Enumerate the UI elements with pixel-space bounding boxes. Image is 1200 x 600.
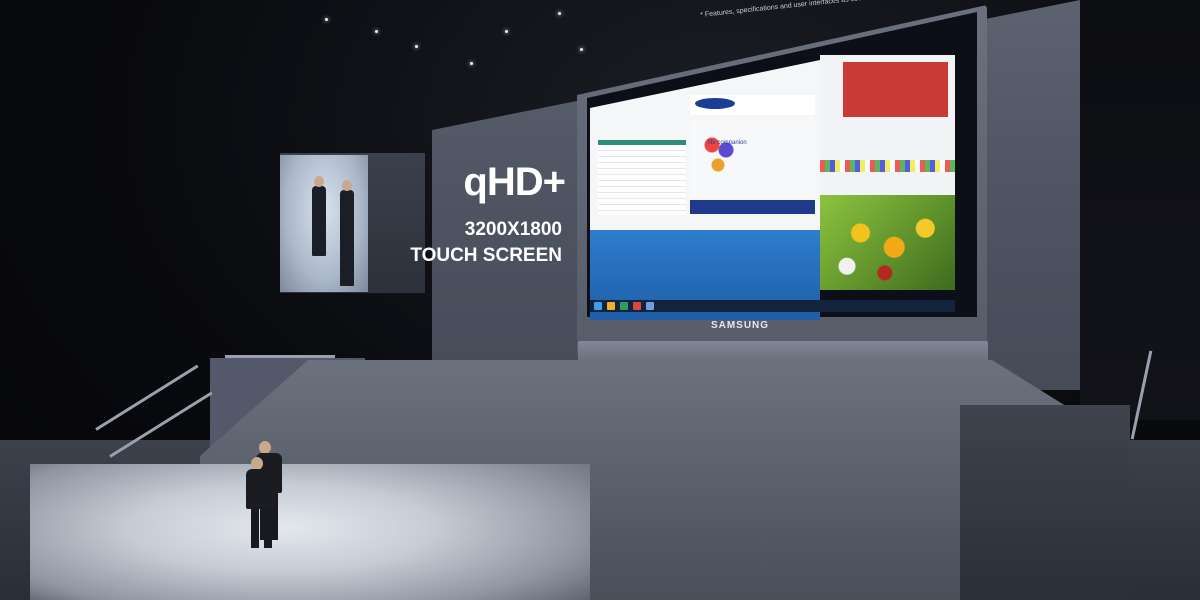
spec-resolution: 3200X1800 [464, 219, 562, 240]
taskbar-app-icon [620, 302, 628, 310]
taskbar [590, 300, 955, 312]
presenter-leg [264, 508, 272, 548]
web-page-heading: life companion [708, 140, 747, 146]
taskbar-app-icon [633, 302, 641, 310]
laptop-brand-label: SAMSUNG [710, 320, 770, 331]
brand-logo-icon [695, 98, 735, 109]
spreadsheet-window [598, 145, 686, 215]
balloon-image [700, 130, 740, 180]
arena-dark-right [1080, 0, 1200, 420]
ceiling-light [470, 62, 473, 65]
stage-railing [225, 355, 335, 358]
paint-canvas-red [843, 62, 948, 117]
taskbar-app-icon [646, 302, 654, 310]
presenter-leg [251, 508, 259, 548]
web-page-footer-strip [690, 200, 815, 214]
ceiling-light [375, 30, 378, 33]
ceiling-light [415, 45, 418, 48]
stage-right-block [960, 405, 1130, 600]
presenter-on-side-screen [312, 186, 326, 256]
spec-title: qHD+ [463, 160, 566, 204]
spotlight [30, 464, 590, 600]
start-button-icon [594, 302, 602, 310]
presenter-on-side-screen [340, 190, 354, 286]
spec-feature: TOUCH SCREEN [410, 245, 562, 266]
paint-color-palette [820, 160, 955, 172]
ceiling-light [505, 30, 508, 33]
flowers-photo [820, 195, 955, 290]
presenter-on-stage [246, 469, 276, 509]
taskbar-app-icon [607, 302, 615, 310]
presenter-head [314, 176, 324, 187]
ceiling-light [325, 18, 328, 21]
ceiling-light [580, 48, 583, 51]
presenter-head [342, 180, 352, 191]
ceiling-light [558, 12, 561, 15]
